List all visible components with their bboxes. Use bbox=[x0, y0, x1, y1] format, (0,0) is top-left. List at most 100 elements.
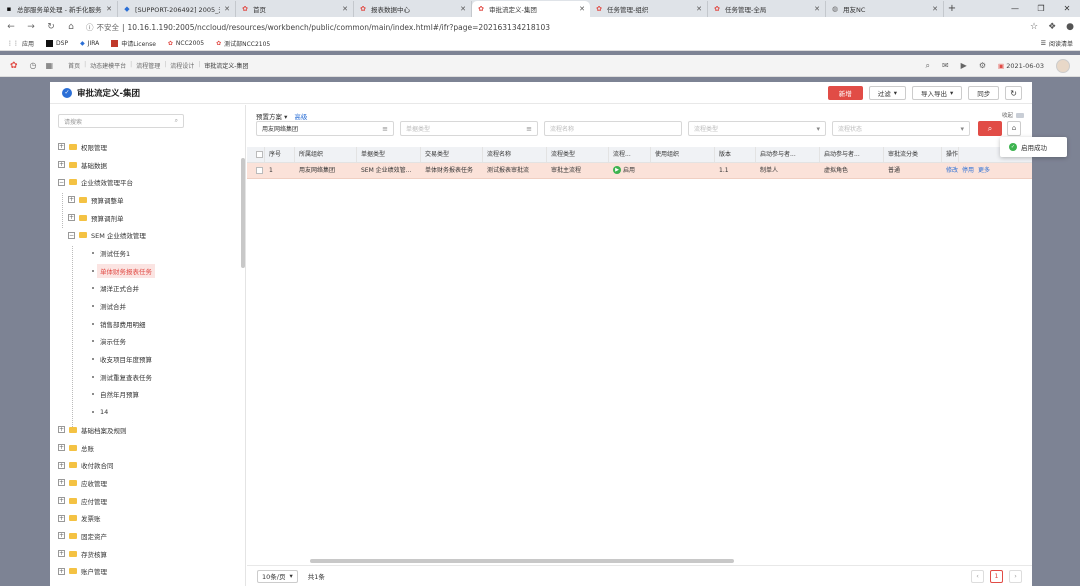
tree-node[interactable]: − 企业绩效管理平台 bbox=[58, 173, 155, 191]
bookmark-dsp[interactable]: DSP bbox=[46, 40, 68, 47]
close-tab-icon[interactable]: ✕ bbox=[579, 5, 585, 13]
column-header[interactable]: 流程类型 bbox=[547, 146, 609, 163]
reading-list[interactable]: ☰ 阅读清单 bbox=[1041, 39, 1073, 48]
sync-button[interactable]: 同步 bbox=[968, 86, 1000, 100]
home-icon[interactable]: ⌂ bbox=[66, 22, 76, 32]
column-header[interactable]: 流程... bbox=[609, 146, 651, 163]
row-action-link[interactable]: 修改 bbox=[946, 167, 958, 174]
page-1-button[interactable]: 1 bbox=[990, 569, 1003, 583]
reload-icon[interactable]: ↻ bbox=[46, 22, 56, 32]
close-tab-icon[interactable]: ✕ bbox=[460, 5, 466, 13]
row-action-link[interactable]: 停用 bbox=[962, 167, 974, 174]
tree-node[interactable]: + 收付款合同 bbox=[58, 456, 155, 474]
tree-search-input[interactable]: 请搜索 ⌕ bbox=[58, 114, 184, 128]
clock-icon[interactable]: ◷ bbox=[30, 61, 37, 70]
tree-node[interactable]: 单体财务报表任务 bbox=[58, 262, 155, 280]
maximize-button[interactable]: ❐ bbox=[1028, 4, 1054, 13]
tree-node[interactable]: + 权限管理 bbox=[58, 138, 155, 156]
row-checkbox[interactable] bbox=[247, 163, 265, 179]
collapse-icon[interactable]: − bbox=[68, 231, 75, 239]
browser-tab[interactable]: ▪ 总部服务单处理 - 新手化服务 ✕ bbox=[0, 1, 118, 17]
search-icon[interactable]: ⌕ bbox=[175, 117, 178, 125]
tree-node[interactable]: 收支项目年度预算 bbox=[58, 350, 155, 368]
column-header[interactable]: 启动参与者... bbox=[820, 146, 884, 163]
expand-icon[interactable]: + bbox=[68, 214, 75, 222]
tree-node[interactable]: + 基础档案及规则 bbox=[58, 421, 155, 439]
prev-page-button[interactable]: ‹ bbox=[971, 569, 984, 583]
filter-button[interactable]: 过滤 ▾ bbox=[868, 86, 907, 100]
close-tab-icon[interactable]: ✕ bbox=[224, 5, 230, 13]
expand-icon[interactable]: + bbox=[58, 550, 65, 558]
close-tab-icon[interactable]: ✕ bbox=[342, 5, 348, 13]
bill-type-field[interactable]: 单据类型 ≡ bbox=[400, 121, 538, 136]
tree-node[interactable]: + 基础数据 bbox=[58, 156, 155, 174]
list-icon[interactable]: ≡ bbox=[526, 125, 532, 133]
browser-tab[interactable]: ✿ 首页 ✕ bbox=[236, 1, 354, 17]
profile-icon[interactable]: ● bbox=[1066, 22, 1074, 32]
expand-icon[interactable]: + bbox=[58, 161, 65, 169]
close-window-button[interactable]: ✕ bbox=[1054, 4, 1080, 13]
next-page-button[interactable]: › bbox=[1009, 569, 1022, 583]
extension-icon[interactable]: ❖ bbox=[1048, 22, 1056, 32]
message-icon[interactable]: ✉ bbox=[942, 61, 949, 70]
tree-node[interactable]: + 存货核算 bbox=[58, 545, 155, 563]
tree-node[interactable]: 测试任务1 bbox=[58, 244, 155, 262]
column-header[interactable]: 单据类型 bbox=[357, 146, 421, 163]
tree-node[interactable]: 14 bbox=[58, 403, 155, 421]
expand-icon[interactable]: + bbox=[68, 196, 75, 204]
clear-query-button[interactable]: ⌂ bbox=[1007, 121, 1021, 136]
tree-node[interactable]: + 账户管理 bbox=[58, 563, 155, 581]
expand-icon[interactable]: + bbox=[58, 532, 65, 540]
table-row[interactable]: 1 用友网络集团 SEM 企业绩效管... 单体财务报表任务 测试报表审批流 审批主流程 ▶… bbox=[247, 163, 1032, 179]
row-action-link[interactable]: 更多 bbox=[978, 167, 990, 174]
breadcrumb-item[interactable]: 首页 bbox=[68, 61, 80, 70]
expand-icon[interactable]: + bbox=[58, 514, 65, 522]
list-icon[interactable]: ≡ bbox=[382, 125, 388, 133]
column-header[interactable]: 流程名称 bbox=[483, 146, 547, 163]
expand-icon[interactable]: + bbox=[58, 497, 65, 505]
app-logo-icon[interactable]: ✿ bbox=[10, 61, 18, 71]
bookmark-apps[interactable]: ⋮⋮ 应用 bbox=[7, 39, 34, 48]
browser-tab[interactable]: ✿ 报表数据中心 ✕ bbox=[354, 1, 472, 17]
import-export-button[interactable]: 导入导出 ▾ bbox=[912, 86, 963, 100]
advanced-query-link[interactable]: 高级 bbox=[294, 111, 307, 121]
flow-status-field[interactable]: 流程状态 ▾ bbox=[832, 121, 970, 136]
tree-scrollbar[interactable] bbox=[241, 158, 245, 268]
bookmark-license[interactable]: 申请License bbox=[111, 39, 156, 48]
business-date[interactable]: ▣ 2021-06-03 bbox=[998, 62, 1044, 70]
tree-node[interactable]: + 应付管理 bbox=[58, 492, 155, 510]
chevron-down-icon[interactable]: ▾ bbox=[816, 125, 820, 133]
preset-scheme-dropdown[interactable]: 预置方案 ▾ bbox=[256, 111, 287, 121]
close-tab-icon[interactable]: ✕ bbox=[696, 5, 702, 13]
expand-icon[interactable]: + bbox=[58, 479, 65, 487]
query-search-button[interactable]: ⌕ bbox=[978, 121, 1002, 136]
star-icon[interactable]: ☆ bbox=[1030, 22, 1038, 32]
tree-node[interactable]: + 固定资产 bbox=[58, 527, 155, 545]
building-icon[interactable]: ▦ bbox=[46, 61, 54, 70]
bookmark-ncc2005[interactable]: ✿ NCC2005 bbox=[168, 40, 204, 47]
column-header[interactable]: 序号 bbox=[265, 146, 295, 163]
breadcrumb-item[interactable]: 流程管理 bbox=[136, 61, 160, 70]
avatar[interactable] bbox=[1056, 58, 1070, 73]
tree-node[interactable]: 演示任务 bbox=[58, 333, 155, 351]
org-field[interactable]: 用友网络集团 ≡ bbox=[256, 121, 394, 136]
table-horizontal-scrollbar[interactable] bbox=[310, 559, 734, 563]
tree-node[interactable]: + 总账 bbox=[58, 439, 155, 457]
column-header[interactable]: 审批流分类 bbox=[884, 146, 942, 163]
expand-icon[interactable]: + bbox=[58, 444, 65, 452]
column-header[interactable]: 版本 bbox=[715, 146, 756, 163]
breadcrumb-item[interactable]: 动态建模平台 bbox=[90, 61, 126, 70]
tree-node[interactable]: 湖洋正式合并 bbox=[58, 280, 155, 298]
column-header[interactable]: 使用组织 bbox=[651, 146, 715, 163]
bookmark-ncc2105[interactable]: ✿ 测试部NCC2105 bbox=[216, 39, 270, 48]
back-icon[interactable]: ← bbox=[6, 22, 16, 32]
collapse-icon[interactable]: − bbox=[58, 178, 65, 186]
select-all-checkbox[interactable] bbox=[247, 146, 265, 163]
close-tab-icon[interactable]: ✕ bbox=[106, 5, 112, 13]
tree-node[interactable]: + 预算调整单 bbox=[58, 191, 155, 209]
url-field[interactable]: ⓘ 不安全 | 10.16.1.190:2005/nccloud/resourc… bbox=[86, 22, 1020, 33]
page-size-select[interactable]: 10条/页 ▾ bbox=[257, 569, 298, 583]
expand-icon[interactable]: + bbox=[58, 143, 65, 151]
bookmark-jira[interactable]: ◆ JIRA bbox=[80, 40, 99, 47]
column-header[interactable]: 启动参与者... bbox=[756, 146, 820, 163]
